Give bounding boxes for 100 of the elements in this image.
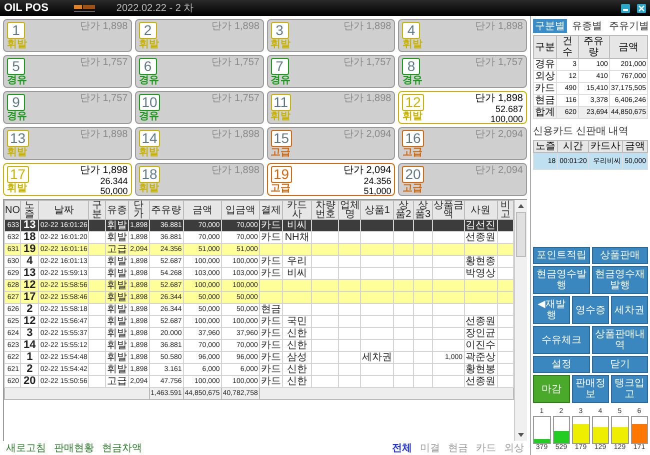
column-header[interactable]: 사원 (464, 200, 498, 220)
pump-card[interactable]: 5 경유 단가 1,757 (3, 55, 132, 88)
column-header[interactable]: 상품1 (360, 200, 394, 220)
pump-card[interactable]: 17 휘발 단가 1,898 26.344 50,000 (3, 163, 132, 196)
column-header[interactable]: NO (4, 200, 20, 220)
column-header[interactable]: 업체명 (338, 200, 361, 220)
filter-link[interactable]: 외상 (504, 441, 524, 455)
pump-card[interactable]: 14 휘발 단가 1,898 (134, 127, 264, 160)
pump-card[interactable]: 4 휘발 단가 1,898 (398, 19, 527, 52)
pump-card[interactable]: 7 경유 단가 1,757 (266, 55, 396, 88)
pump-card[interactable]: 19 고급 단가 2,094 24.356 51,000 (266, 163, 396, 196)
table-cell: 휘발 (106, 220, 127, 231)
pump-number: 17 (7, 166, 29, 183)
table-cell: 카드 (260, 316, 281, 327)
table-cell: 황현봉 (466, 364, 496, 375)
close-icon[interactable] (637, 4, 646, 12)
action-button[interactable]: 닫기 (592, 356, 648, 373)
scrollbar[interactable] (514, 200, 527, 441)
filter-link[interactable]: 전체 (392, 441, 412, 455)
column-header[interactable]: 입금액 (221, 200, 260, 220)
nav-link[interactable]: 현금차액 (102, 441, 142, 455)
total-cell: 합계 (535, 107, 555, 118)
unit-price: 단가 1,898 (80, 166, 128, 176)
fuel-volume: 24.356 (364, 176, 392, 186)
fuel-type: 휘발 (270, 39, 290, 50)
pump-card[interactable]: 20 고급 단가 2,094 (398, 163, 527, 196)
action-button[interactable]: 세차권 (611, 296, 648, 324)
pump-card[interactable]: 16 고급 단가 2,094 (398, 127, 527, 160)
table-cell: 카드 (260, 220, 281, 231)
summary-tab[interactable]: 주유기별 (607, 19, 650, 33)
table-cell: 휘발 (106, 292, 127, 303)
filter-link[interactable]: 현금 (448, 441, 468, 455)
column-header: 금액 (622, 140, 648, 152)
column-header[interactable]: 금액 (183, 200, 222, 220)
action-button[interactable]: 수유체크 (533, 326, 590, 354)
column-header[interactable]: 날짜 (38, 200, 89, 220)
session-date: 2022.02.22 - 2 차 (116, 2, 194, 15)
action-button[interactable]: 판매정보 (572, 375, 609, 403)
pump-card[interactable]: 8 경유 단가 1,757 (398, 55, 527, 88)
column-header[interactable]: 상품2 (394, 200, 414, 220)
nav-link[interactable]: 새로고침 (6, 441, 46, 455)
action-button[interactable]: 탱크입고 (611, 375, 648, 403)
action-button[interactable]: 설정 (533, 356, 590, 373)
action-button[interactable]: 마감 (533, 375, 570, 403)
nav-link[interactable]: 판매현황 (54, 441, 94, 455)
scroll-thumb[interactable] (516, 212, 526, 257)
column-header[interactable]: 차량번호 (312, 200, 339, 220)
column-header[interactable]: 유종 (105, 200, 128, 220)
pump-card[interactable]: 1 휘발 단가 1,898 (3, 19, 132, 52)
action-button[interactable]: 상품판매 (592, 247, 648, 264)
table-cell: 장인균 (466, 328, 496, 339)
column-header[interactable]: 구분 (88, 200, 106, 220)
table-cell: 비씨 (287, 268, 308, 279)
scroll-up-icon[interactable] (518, 204, 524, 208)
summary-tab[interactable]: 구분별 (533, 19, 567, 33)
table-cell: 우리 (287, 256, 308, 267)
pump-card[interactable]: 3 휘발 단가 1,898 (266, 19, 396, 52)
column-header[interactable]: 비고 (497, 200, 514, 220)
pump-card[interactable]: 13 휘발 단가 1,898 (3, 127, 132, 160)
fuel-volume: 52.687 (495, 104, 523, 114)
pump-card[interactable]: 11 휘발 단가 1,898 (266, 91, 396, 124)
filter-link[interactable]: 미결 (420, 441, 440, 455)
filter-link[interactable]: 카드 (476, 441, 496, 455)
fuel-type: 고급 (402, 147, 422, 158)
fuel-type: 휘발 (138, 39, 159, 50)
column-header[interactable]: 상품금액 (432, 200, 464, 220)
table-cell: 신한 (287, 340, 308, 351)
action-button[interactable]: 현금영수재발행 (592, 266, 648, 294)
pump-card[interactable]: 9 경유 단가 1,757 (3, 91, 132, 124)
action-button[interactable]: 영수증 (572, 296, 609, 324)
action-button[interactable]: 상품판매내역 (592, 326, 648, 354)
pump-number: 9 (7, 94, 25, 111)
column-header[interactable]: 단가 (128, 200, 150, 220)
column-header[interactable]: 상품3 (413, 200, 432, 220)
table-cell: 19 (24, 243, 36, 255)
pump-card[interactable]: 2 휘발 단가 1,898 (134, 19, 264, 52)
column-header[interactable]: 노즐 (20, 200, 39, 220)
pump-number: 4 (402, 22, 420, 39)
table-cell: 2 (26, 303, 33, 315)
pump-card[interactable]: 10 경유 단가 1,757 (134, 91, 264, 124)
unit-price: 단가 1,757 (475, 58, 523, 68)
table-cell: NH채 (284, 232, 310, 243)
column-header[interactable]: 주유량 (149, 200, 184, 220)
column-header[interactable]: 결제 (259, 200, 282, 220)
summary-tab[interactable]: 유종별 (570, 19, 604, 33)
pump-card[interactable]: 6 경유 단가 1,757 (134, 55, 264, 88)
scroll-down-icon[interactable] (518, 433, 524, 437)
action-button[interactable]: 포인트적립 (533, 247, 590, 264)
unit-price: 단가 1,898 (80, 22, 128, 32)
pump-card[interactable]: 12 휘발 단가 1,898 52.687 100,000 (398, 91, 527, 124)
table-cell: 카드 (260, 376, 281, 387)
pump-card[interactable]: 18 휘발 단가 1,898 (134, 163, 264, 196)
minimize-icon[interactable] (621, 4, 630, 12)
pump-card[interactable]: 15 고급 단가 2,094 (266, 127, 396, 160)
action-button[interactable]: ◀재발행 (533, 296, 570, 324)
action-button[interactable]: 현금영수발행 (533, 266, 590, 294)
table-cell: 카드 (260, 352, 281, 363)
table-cell: 경유 (535, 59, 555, 70)
fuel-type: 경유 (7, 111, 27, 122)
column-header[interactable]: 카드사 (282, 200, 312, 220)
